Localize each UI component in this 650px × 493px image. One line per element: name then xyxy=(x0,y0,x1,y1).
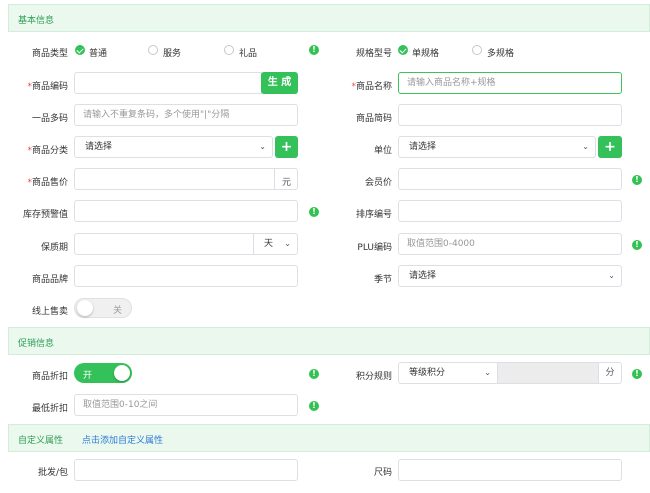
section-promo-header: 促销信息 xyxy=(8,327,650,355)
multicode-label: 一品多码 xyxy=(31,114,68,124)
price-input[interactable] xyxy=(74,168,298,190)
online-toggle-text: 关 xyxy=(113,306,123,316)
section-custom-title: 自定义属性 xyxy=(18,436,64,446)
chevron-down-icon: ⌄ xyxy=(582,142,589,151)
price-label: *商品售价 xyxy=(27,178,68,188)
shelf-label: 保质期 xyxy=(40,243,68,253)
points-suffix: 分 xyxy=(598,362,622,384)
spec-radio-multi[interactable] xyxy=(472,45,482,55)
stock-warn-input[interactable] xyxy=(74,200,298,222)
shelf-input[interactable] xyxy=(74,233,254,255)
discount-toggle-knob xyxy=(114,365,130,381)
type-radio-gift[interactable] xyxy=(224,45,234,55)
section-basic-title: 基本信息 xyxy=(18,16,55,26)
min-discount-label: 最低折扣 xyxy=(31,404,68,414)
brand-label: 商品品牌 xyxy=(31,275,68,285)
online-toggle[interactable]: 关 xyxy=(74,298,132,318)
size-label: 尺码 xyxy=(373,468,392,478)
online-toggle-knob xyxy=(77,300,93,316)
season-select-value: 请选择 xyxy=(409,271,437,281)
code-label: *商品编码 xyxy=(27,82,68,92)
points-label: 积分规则 xyxy=(355,372,392,382)
shelf-unit-value: 天 xyxy=(264,239,274,249)
category-select-value: 请选择 xyxy=(85,142,113,152)
plu-label: PLU编码 xyxy=(357,243,392,253)
chevron-down-icon: ⌄ xyxy=(484,368,491,377)
category-label: *商品分类 xyxy=(27,146,68,156)
points-info-icon[interactable]: ! xyxy=(632,369,642,379)
spec-multi-text: 多规格 xyxy=(487,49,515,59)
section-promo-title: 促销信息 xyxy=(18,339,55,349)
shortcode-label: 商品简码 xyxy=(355,114,392,124)
goods-type-label: 商品类型 xyxy=(31,49,68,59)
category-select[interactable]: 请选择 ⌄ xyxy=(74,136,273,158)
type-normal-text: 普通 xyxy=(89,49,108,59)
chevron-down-icon: ⌄ xyxy=(259,142,266,151)
plu-info-icon[interactable]: ! xyxy=(632,240,642,250)
section-basic-header: 基本信息 xyxy=(8,4,650,32)
size-input[interactable] xyxy=(398,459,622,481)
member-price-info-icon[interactable]: ! xyxy=(632,175,642,185)
min-discount-input[interactable]: 取值范围0-10之间 xyxy=(74,394,298,416)
chevron-down-icon: ⌄ xyxy=(284,239,291,248)
type-service-text: 服务 xyxy=(163,49,182,59)
name-input[interactable]: 请输入商品名称+规格 xyxy=(398,72,622,94)
unit-label: 单位 xyxy=(373,146,392,156)
spec-single-text: 单规格 xyxy=(412,49,440,59)
discount-toggle[interactable]: 开 xyxy=(74,363,132,383)
discount-label: 商品折扣 xyxy=(31,372,68,382)
member-price-input[interactable] xyxy=(398,168,622,190)
type-radio-service[interactable] xyxy=(148,45,158,55)
type-radio-normal[interactable] xyxy=(75,45,85,55)
points-value-input[interactable] xyxy=(498,362,598,384)
sort-input[interactable] xyxy=(398,200,622,222)
multicode-input[interactable]: 请输入不重复条码，多个使用"|"分隔 xyxy=(74,104,298,126)
unit-select[interactable]: 请选择 ⌄ xyxy=(398,136,596,158)
add-custom-attr-link[interactable]: 点击添加自定义属性 xyxy=(82,433,163,446)
spec-radio-single[interactable] xyxy=(398,45,408,55)
sort-label: 排序编号 xyxy=(355,210,392,220)
add-category-button[interactable]: + xyxy=(275,136,298,158)
add-unit-button[interactable]: + xyxy=(598,136,622,158)
season-select[interactable]: 请选择 ⌄ xyxy=(398,265,622,287)
points-select-value: 等级积分 xyxy=(409,368,446,378)
wholesale-input[interactable] xyxy=(74,459,298,481)
discount-toggle-text: 开 xyxy=(83,371,93,381)
plu-input[interactable]: 取值范围0-4000 xyxy=(398,233,622,255)
name-label: *商品名称 xyxy=(351,82,392,92)
chevron-down-icon: ⌄ xyxy=(608,271,615,280)
season-label: 季节 xyxy=(373,275,392,285)
code-input[interactable] xyxy=(74,72,262,94)
member-price-label: 会员价 xyxy=(364,178,392,188)
price-suffix: 元 xyxy=(281,178,291,188)
price-divider xyxy=(274,169,275,189)
shortcode-input[interactable] xyxy=(398,104,622,126)
stock-warn-label: 库存预警值 xyxy=(22,210,68,220)
generate-button[interactable]: 生 成 xyxy=(261,72,298,94)
shelf-unit-select[interactable]: 天 ⌄ xyxy=(253,233,298,255)
min-discount-info-icon[interactable]: ! xyxy=(309,401,319,411)
brand-input[interactable] xyxy=(74,265,298,287)
online-label: 线上售卖 xyxy=(31,307,68,317)
type-gift-text: 礼品 xyxy=(239,49,258,59)
section-custom-header: 自定义属性 点击添加自定义属性 xyxy=(8,424,650,452)
unit-select-value: 请选择 xyxy=(409,142,437,152)
spec-label: 规格型号 xyxy=(355,49,392,59)
wholesale-label: 批发/包 xyxy=(37,468,68,478)
points-select[interactable]: 等级积分 ⌄ xyxy=(398,362,498,384)
